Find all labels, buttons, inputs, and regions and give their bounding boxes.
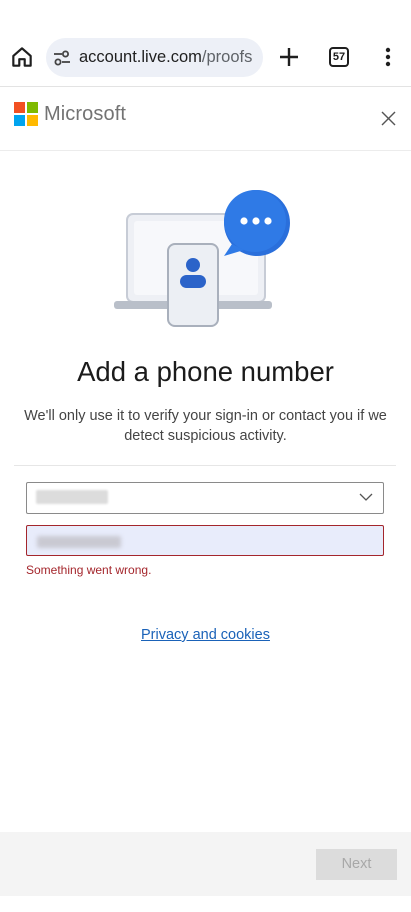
url-domain: account.live.com (79, 48, 202, 66)
microsoft-logo-icon (14, 102, 38, 126)
home-icon[interactable] (9, 44, 35, 70)
ms-header: Microsoft (0, 87, 411, 151)
close-icon[interactable] (380, 110, 397, 127)
microsoft-wordmark: Microsoft (44, 103, 127, 125)
chevron-down-icon (359, 493, 373, 501)
error-message: Something went wrong. (26, 563, 152, 577)
country-code-value-redacted (36, 490, 108, 504)
phone-number-input[interactable] (26, 525, 384, 556)
tab-count: 57 (332, 51, 346, 63)
site-settings-icon[interactable] (53, 50, 71, 66)
next-button[interactable]: Next (316, 849, 397, 880)
url-path: /proofs (201, 48, 253, 66)
phone-verification-illustration (114, 190, 290, 327)
page-title: Add a phone number (77, 356, 334, 387)
new-tab-icon[interactable] (278, 46, 300, 68)
address-bar[interactable]: account.live.com/proofs (46, 38, 263, 77)
divider (14, 465, 396, 466)
country-code-select[interactable] (26, 482, 384, 514)
privacy-and-cookies-link[interactable]: Privacy and cookies (0, 627, 411, 643)
tab-switcher-button[interactable]: 57 (329, 47, 349, 67)
url-text: account.live.com/proofs (79, 48, 259, 67)
page-subtitle: We'll only use it to verify your sign-in… (24, 408, 387, 444)
browser-toolbar: account.live.com/proofs 57 (0, 0, 411, 87)
phone-number-value-redacted (37, 536, 121, 548)
more-menu-icon[interactable] (379, 46, 397, 68)
